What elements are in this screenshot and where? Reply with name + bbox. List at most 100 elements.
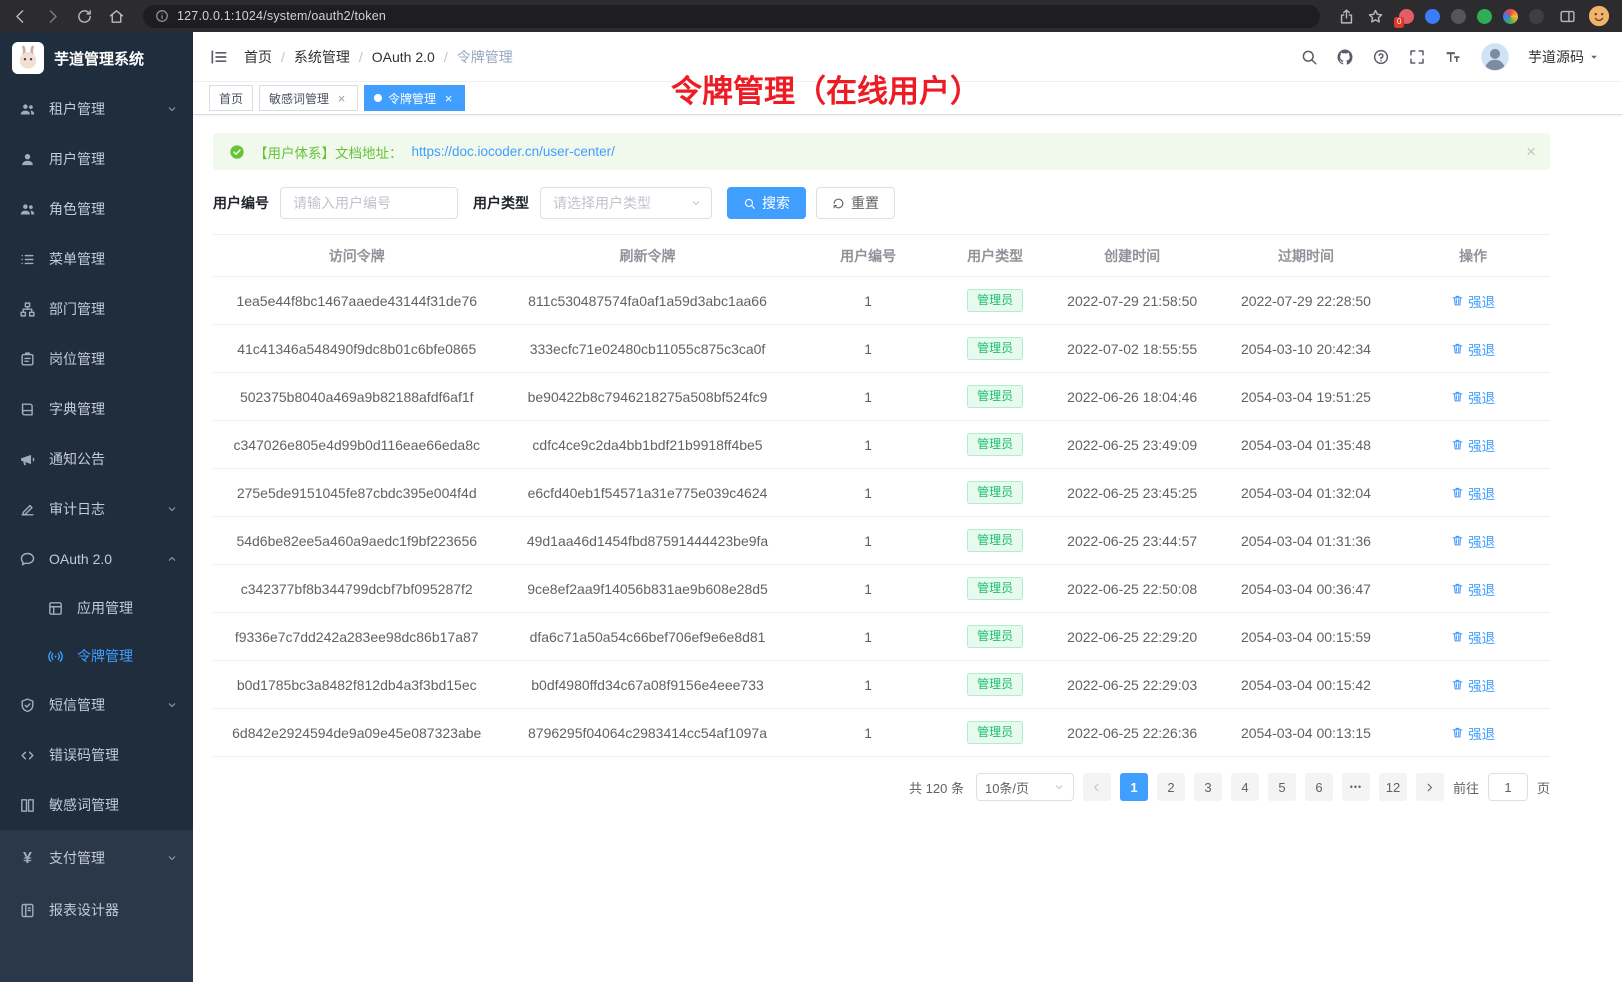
sidebar-item-report-designer[interactable]: 报表设计器 (0, 884, 193, 936)
page-button-6[interactable]: 6 (1305, 773, 1333, 801)
page-button-12[interactable]: 12 (1379, 773, 1407, 801)
search-button[interactable]: 搜索 (727, 187, 806, 219)
user-type-select[interactable]: 请选择用户类型 (540, 187, 712, 219)
fullscreen-icon[interactable] (1408, 48, 1426, 66)
sidebar-item-role[interactable]: 角色管理 (0, 184, 193, 234)
sidebar-item-oauth2-token[interactable]: 令牌管理 (0, 632, 193, 680)
page-button-2[interactable]: 2 (1157, 773, 1185, 801)
extension-pinwheel-icon[interactable] (1503, 9, 1518, 24)
sidebar-item-user[interactable]: 用户管理 (0, 134, 193, 184)
reload-button[interactable] (76, 8, 93, 25)
breadcrumb-item[interactable]: OAuth 2.0 (372, 49, 435, 65)
force-logout-button[interactable]: 强退 (1451, 675, 1495, 695)
tab-close-icon[interactable]: × (335, 92, 348, 105)
tab-close-icon[interactable]: × (442, 92, 455, 105)
url-bar[interactable]: 127.0.0.1:1024/system/oauth2/token (143, 5, 1320, 28)
user-id-cell: 1 (795, 421, 942, 469)
sidebar-item-audit-log[interactable]: 审计日志 (0, 484, 193, 534)
reset-button[interactable]: 重置 (816, 187, 895, 219)
page-size-select[interactable]: 10条/页 (976, 773, 1074, 801)
sidebar-fold-icon[interactable] (209, 47, 229, 67)
extension-pink-grid-icon[interactable]: 0 (1399, 9, 1414, 24)
force-logout-button[interactable]: 强退 (1451, 291, 1495, 311)
sidebar-item-post[interactable]: 岗位管理 (0, 334, 193, 384)
help-icon[interactable] (1372, 48, 1390, 66)
extension-green-circle-icon[interactable] (1477, 9, 1492, 24)
browser-profile-avatar[interactable] (1588, 5, 1610, 27)
font-size-icon[interactable] (1444, 48, 1462, 66)
table-row: b0d1785bc3a8482f812db4a3f3bd15ecb0df4980… (213, 661, 1550, 709)
sidebar-item-error-code[interactable]: 错误码管理 (0, 730, 193, 780)
extension-dark-paw-icon[interactable] (1529, 9, 1544, 24)
sidebar-item-sms[interactable]: 短信管理 (0, 680, 193, 730)
force-logout-button[interactable]: 强退 (1451, 627, 1495, 647)
user-type-cell: 管理员 (942, 277, 1049, 325)
delete-icon (1451, 438, 1464, 451)
column-header: 过期时间 (1216, 235, 1396, 277)
expire-time-cell: 2054-03-04 19:51:25 (1216, 373, 1396, 421)
share-icon[interactable] (1338, 8, 1355, 25)
sidebar-item-notice[interactable]: 通知公告 (0, 434, 193, 484)
page-button-3[interactable]: 3 (1194, 773, 1222, 801)
sidebar-item-menu[interactable]: 菜单管理 (0, 234, 193, 284)
user-id-input[interactable] (280, 187, 458, 219)
github-icon[interactable] (1336, 48, 1354, 66)
user-avatar[interactable] (1480, 42, 1510, 72)
next-page-button[interactable] (1416, 773, 1444, 801)
force-logout-button[interactable]: 强退 (1451, 579, 1495, 599)
sidebar-item-tenant[interactable]: 租户管理 (0, 84, 193, 134)
app-logo[interactable]: 芋道管理系统 (0, 32, 193, 84)
force-logout-button[interactable]: 强退 (1451, 483, 1495, 503)
extension-dark-circle-icon[interactable] (1451, 9, 1466, 24)
column-header: 刷新令牌 (500, 235, 794, 277)
sidebar-item-oauth2-app[interactable]: 应用管理 (0, 584, 193, 632)
breadcrumb-item[interactable]: 首页 (244, 47, 272, 67)
chevron-down-icon (166, 699, 178, 711)
sidebar-item-dict[interactable]: 字典管理 (0, 384, 193, 434)
force-logout-button[interactable]: 强退 (1451, 339, 1495, 359)
tab-token[interactable]: 令牌管理× (364, 85, 465, 111)
force-logout-button[interactable]: 强退 (1451, 387, 1495, 407)
prev-page-button[interactable] (1083, 773, 1111, 801)
sidebar-item-oauth2[interactable]: OAuth 2.0 (0, 534, 193, 584)
tab-home[interactable]: 首页 (209, 85, 253, 111)
sidebar-item-pay[interactable]: ¥支付管理 (0, 832, 193, 884)
access-token-cell: 41c41346a548490f9dc8b01c6bfe0865 (213, 325, 500, 373)
force-logout-button[interactable]: 强退 (1451, 723, 1495, 743)
back-button[interactable] (12, 8, 29, 25)
force-logout-button[interactable]: 强退 (1451, 531, 1495, 551)
page-button-4[interactable]: 4 (1231, 773, 1259, 801)
user-type-cell: 管理员 (942, 325, 1049, 373)
refresh-token-cell: 8796295f04064c2983414cc54af1097a (500, 709, 794, 757)
browser-chrome: 127.0.0.1:1024/system/oauth2/token 0 (0, 0, 1622, 32)
sidebar-item-sensitive-word[interactable]: 敏感词管理 (0, 780, 193, 830)
delete-icon (1451, 486, 1464, 499)
doc-link[interactable]: https://doc.iocoder.cn/user-center/ (412, 144, 615, 159)
created-time-cell: 2022-06-25 22:26:36 (1049, 709, 1216, 757)
user-id-cell: 1 (795, 469, 942, 517)
breadcrumb-item[interactable]: 系统管理 (294, 47, 350, 67)
site-info-icon[interactable] (155, 9, 169, 23)
extension-blue-drop-icon[interactable] (1425, 9, 1440, 24)
expire-time-cell: 2054-03-04 00:13:15 (1216, 709, 1396, 757)
pager-more-button[interactable]: ••• (1342, 773, 1370, 801)
split-view-icon[interactable] (1559, 8, 1576, 25)
logo-avatar (12, 42, 44, 74)
sidebar-item-dept[interactable]: 部门管理 (0, 284, 193, 334)
page-button-1[interactable]: 1 (1120, 773, 1148, 801)
total-count: 共 120 条 (909, 778, 964, 797)
bookmark-star-icon[interactable] (1367, 8, 1384, 25)
pager-pages: 123456•••12 (1120, 773, 1407, 801)
user-menu[interactable]: 芋道源码 (1528, 47, 1600, 67)
delete-icon (1451, 582, 1464, 595)
forward-button[interactable] (44, 8, 61, 25)
page-button-5[interactable]: 5 (1268, 773, 1296, 801)
search-icon[interactable] (1300, 48, 1318, 66)
tab-sensitive-word[interactable]: 敏感词管理× (259, 85, 358, 111)
user-icon (19, 151, 36, 168)
column-header: 用户编号 (795, 235, 942, 277)
alert-close-icon[interactable]: × (1526, 143, 1536, 160)
force-logout-button[interactable]: 强退 (1451, 435, 1495, 455)
home-button[interactable] (108, 8, 125, 25)
goto-page-input[interactable] (1488, 773, 1528, 801)
